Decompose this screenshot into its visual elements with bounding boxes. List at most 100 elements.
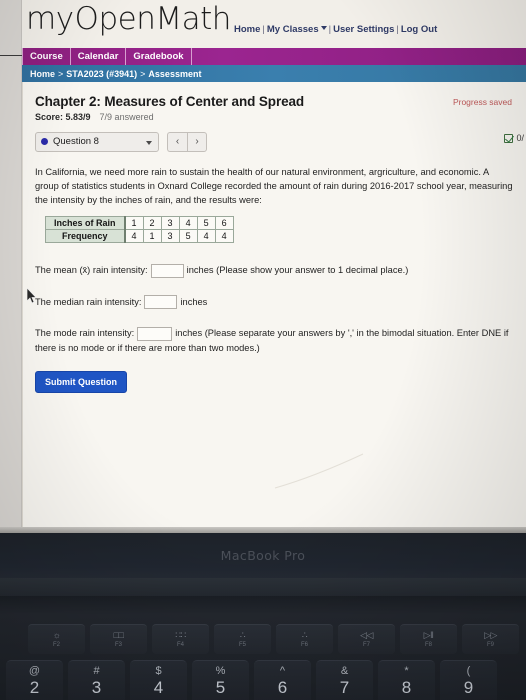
macbook-brand-label: MacBook Pro	[220, 548, 306, 563]
key-label: F7	[362, 642, 370, 648]
tab-gradebook[interactable]: Gradebook	[126, 48, 192, 65]
table-cell: 5	[178, 229, 198, 244]
table-cell: 5	[196, 216, 216, 231]
mean-unit: inches	[186, 265, 214, 276]
play-pause-icon: ▷‖	[423, 630, 434, 640]
breadcrumb-separator: >	[140, 68, 146, 79]
key-label: F9	[486, 642, 494, 648]
table-cell: 2	[142, 216, 162, 231]
key-3[interactable]: # 3	[68, 660, 125, 700]
table-row-header-frequency: Frequency	[44, 229, 126, 244]
question-points-badge: 0/	[504, 133, 524, 143]
key-symbol: &	[340, 665, 349, 677]
key-6[interactable]: ^ 6	[254, 660, 311, 700]
mean-input[interactable]	[150, 263, 184, 278]
key-number: 6	[277, 678, 288, 697]
myopenmath-logo[interactable]: myOpenMath	[26, 0, 231, 37]
key-f3[interactable]: □□ F3	[90, 624, 147, 654]
key-f6[interactable]: ∴ F6	[276, 624, 333, 654]
key-f7[interactable]: ◁◁ F7	[338, 624, 395, 654]
table-cell: 6	[214, 216, 234, 231]
mode-label: The mode rain intensity:	[35, 328, 135, 339]
table-row-header-inches: Inches of Rain	[44, 216, 126, 231]
site-masthead: myOpenMath Home | My Classes | User Settings…	[22, 0, 526, 48]
table-row: Frequency 4 1 3 5 4 4	[44, 229, 234, 244]
table-cell: 1	[142, 229, 162, 244]
tab-calendar[interactable]: Calendar	[71, 48, 127, 65]
question-prompt: In California, we need more rain to sust…	[35, 167, 513, 205]
top-navigation: Home | My Classes | User Settings | Log Out	[234, 24, 437, 35]
question-selector-label: Question 8	[53, 136, 99, 147]
main-tab-bar: Course Calendar Gradebook	[22, 48, 526, 65]
score-value: Score: 5.83/9	[35, 112, 91, 122]
function-key-row: ☼ F2 □□ F3 ∷∷ F4 ∴ F5 ∴ F6 ◁◁ F7 ▷‖ F8 ▷…	[0, 624, 526, 656]
key-symbol: #	[93, 665, 100, 677]
key-2[interactable]: @ 2	[6, 660, 63, 700]
mode-input[interactable]	[137, 326, 173, 341]
key-label: F5	[238, 642, 246, 648]
gutter-divider	[0, 55, 22, 56]
checkmark-box-icon	[504, 133, 514, 143]
breadcrumb-bar: Home > STA2023 (#3941) > Assessment	[22, 65, 526, 82]
question-selector[interactable]: Question 8	[35, 131, 159, 152]
laptop-screen: myOpenMath Home | My Classes | User Settings…	[0, 0, 526, 527]
submit-question-button[interactable]: Submit Question	[35, 371, 127, 394]
breadcrumb-home[interactable]: Home	[30, 69, 55, 79]
nav-separator: |	[396, 24, 399, 35]
key-f5[interactable]: ∴ F5	[214, 624, 271, 654]
table-cell: 4	[178, 216, 198, 231]
key-f4[interactable]: ∷∷ F4	[152, 624, 209, 654]
key-label: F4	[176, 642, 184, 648]
breadcrumb: Home > STA2023 (#3941) > Assessment	[30, 69, 201, 79]
webpage: myOpenMath Home | My Classes | User Settings…	[22, 0, 526, 527]
median-unit: inches	[180, 296, 208, 307]
brightness-icon: ☼	[52, 630, 61, 640]
laptop-hinge	[0, 578, 526, 596]
key-7[interactable]: & 7	[316, 660, 373, 700]
question-points-label: 0/	[516, 133, 524, 143]
tab-course[interactable]: Course	[22, 48, 71, 65]
key-4[interactable]: $ 4	[130, 660, 187, 700]
nav-link-user-settings[interactable]: User Settings	[333, 24, 394, 35]
nav-link-log-out[interactable]: Log Out	[401, 24, 437, 35]
key-number: 4	[153, 678, 164, 697]
launchpad-icon: ∷∷	[175, 630, 186, 640]
left-gutter	[0, 0, 22, 527]
median-label: The median rain intensity:	[35, 296, 142, 307]
key-label: F3	[114, 642, 122, 648]
mean-label: The mean (x̄) rain intensity:	[35, 265, 148, 276]
nav-link-my-classes[interactable]: My Classes	[267, 24, 319, 35]
key-number: 2	[29, 678, 40, 697]
mean-hint: (Please show your answer to 1 decimal pl…	[216, 265, 409, 276]
breadcrumb-course[interactable]: STA2023 (#3941)	[66, 69, 137, 79]
score-line: Score: 5.83/9 7/9 answered	[35, 112, 526, 122]
key-f8[interactable]: ▷‖ F8	[400, 624, 457, 654]
mission-control-icon: □□	[113, 630, 124, 640]
key-number: 9	[463, 678, 474, 697]
key-f2[interactable]: ☼ F2	[28, 624, 85, 654]
key-symbol: @	[28, 665, 41, 677]
median-input[interactable]	[144, 295, 178, 310]
nav-link-home[interactable]: Home	[234, 24, 260, 35]
key-symbol: *	[404, 665, 409, 677]
key-8[interactable]: * 8	[378, 660, 435, 700]
frequency-table: Inches of Rain 1 2 3 4 5 6 Frequency 4 1…	[44, 216, 234, 244]
nav-separator: |	[328, 24, 332, 35]
screen-smudge	[274, 453, 364, 489]
logo-text-open: Open	[74, 0, 156, 37]
question-pager: ‹ ›	[167, 131, 207, 152]
previous-question-button[interactable]: ‹	[167, 131, 187, 152]
table-cell: 1	[124, 216, 144, 231]
keyboard-brightness-up-icon: ∴	[301, 630, 308, 640]
mode-unit: inches	[175, 328, 203, 339]
table-row: Inches of Rain 1 2 3 4 5 6	[44, 216, 234, 231]
key-f9[interactable]: ▷▷ F9	[462, 624, 519, 654]
key-symbol: (	[466, 665, 471, 677]
fast-forward-icon: ▷▷	[484, 630, 497, 640]
key-5[interactable]: % 5	[192, 660, 249, 700]
next-question-button[interactable]: ›	[187, 131, 207, 152]
key-9[interactable]: ( 9	[440, 660, 497, 700]
table-cell: 4	[196, 229, 216, 244]
table-cell: 4	[214, 229, 234, 244]
key-symbol: $	[155, 665, 162, 677]
